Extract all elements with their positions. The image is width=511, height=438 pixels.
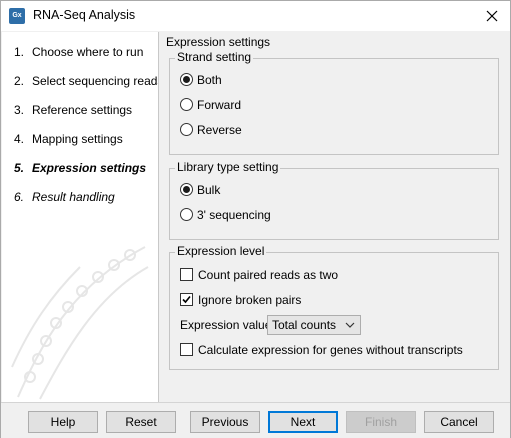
help-button[interactable]: Help [28, 411, 98, 433]
radio-unselected-icon[interactable] [180, 123, 193, 136]
close-button[interactable] [482, 6, 502, 26]
group-title: Strand setting [175, 50, 254, 65]
checkbox-label: Count paired reads as two [198, 268, 339, 282]
step-number: 2. [14, 74, 25, 88]
step-label: Select sequencing reads [32, 74, 159, 88]
close-icon [486, 10, 498, 22]
checkmark-icon [182, 295, 191, 304]
radio-label: Reverse [197, 123, 242, 137]
step-6: 6. Result handling [14, 189, 158, 218]
next-button[interactable]: Next [268, 411, 338, 433]
checkbox-unchecked-icon[interactable] [180, 268, 193, 281]
radio-label: Both [197, 73, 222, 87]
step-number: 3. [14, 103, 25, 117]
clc-workbench-icon: Gx [9, 8, 25, 24]
steps-list: 1. Choose where to run 2. Select sequencin… [14, 44, 159, 218]
step-1: 1. Choose where to run [14, 44, 158, 73]
wizard-steps-panel: 1. Choose where to run 2. Select sequencin… [2, 32, 159, 402]
step-number: 4. [14, 132, 25, 146]
reset-button[interactable]: Reset [106, 411, 176, 433]
radio-unselected-icon[interactable] [180, 98, 193, 111]
checkbox-unchecked-icon[interactable] [180, 343, 193, 356]
wizard-window: Gx RNA-Seq Analysis 1. Choose where to ru… [0, 0, 511, 438]
dna-watermark-icon [11, 246, 149, 400]
expression-value-label: Expression value [180, 318, 272, 332]
step-number: 6. [14, 190, 25, 204]
checkbox-label: Calculate expression for genes without t… [198, 343, 463, 357]
radio-forward[interactable]: Forward [180, 96, 241, 114]
step-label: Choose where to run [32, 45, 144, 59]
previous-button[interactable]: Previous [190, 411, 260, 433]
radio-both[interactable]: Both [180, 71, 222, 89]
page-title: Expression settings [166, 35, 271, 49]
radio-reverse[interactable]: Reverse [180, 121, 242, 139]
step-number: 5. [14, 161, 25, 175]
window-title: RNA-Seq Analysis [33, 8, 136, 22]
radio-3prime-sequencing[interactable]: 3' sequencing [180, 206, 271, 224]
checkbox-genes-without-transcripts[interactable]: Calculate expression for genes without t… [180, 341, 463, 359]
title-bar: Gx RNA-Seq Analysis [1, 1, 510, 31]
radio-label: 3' sequencing [197, 208, 271, 222]
step-3: 3. Reference settings [14, 102, 158, 131]
radio-label: Bulk [197, 183, 221, 197]
strand-setting-group: Strand setting Both Forward Reverse [169, 50, 499, 155]
expression-level-group: Expression level Count paired reads as t… [169, 244, 499, 370]
select-value: Total counts [272, 318, 337, 332]
step-label: Mapping settings [32, 132, 123, 146]
step-5-current: 5. Expression settings [14, 160, 158, 189]
radio-unselected-icon[interactable] [180, 208, 193, 221]
step-2: 2. Select sequencing reads [14, 73, 159, 102]
group-title: Expression level [175, 244, 267, 259]
checkbox-label: Ignore broken pairs [198, 293, 302, 307]
checkbox-checked-icon[interactable] [180, 293, 193, 306]
checkbox-ignore-broken-pairs[interactable]: Ignore broken pairs [180, 291, 301, 309]
expression-value-select[interactable]: Total counts [267, 315, 361, 335]
cancel-button[interactable]: Cancel [424, 411, 494, 433]
radio-label: Forward [197, 98, 242, 112]
chevron-down-icon [345, 322, 355, 328]
library-type-group: Library type setting Bulk 3' sequencing [169, 160, 499, 240]
radio-bulk[interactable]: Bulk [180, 181, 220, 199]
button-bar: Help Reset Previous Next Finish Cancel [1, 402, 510, 438]
step-number: 1. [14, 45, 25, 59]
checkbox-count-paired-reads[interactable]: Count paired reads as two [180, 266, 338, 284]
group-title: Library type setting [175, 160, 281, 175]
radio-selected-icon[interactable] [180, 73, 193, 86]
content-panel: Expression settings Strand setting Both … [160, 32, 510, 402]
step-label: Result handling [32, 190, 115, 204]
radio-selected-icon[interactable] [180, 183, 193, 196]
step-label: Expression settings [32, 161, 147, 175]
step-label: Reference settings [32, 103, 133, 117]
finish-button[interactable]: Finish [346, 411, 416, 433]
step-4: 4. Mapping settings [14, 131, 158, 160]
